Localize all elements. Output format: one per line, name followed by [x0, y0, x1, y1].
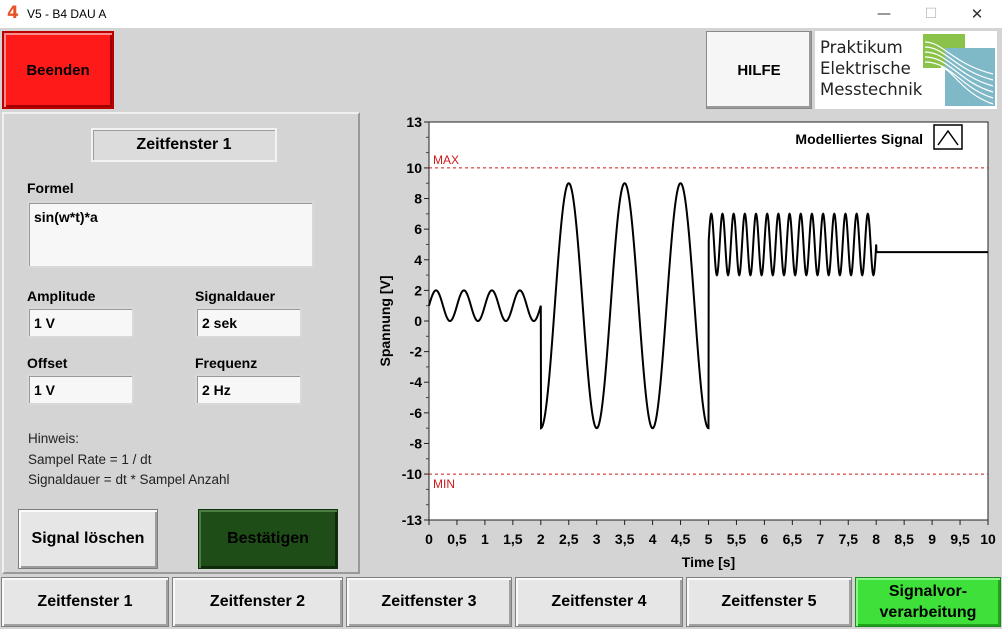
x-tick-label: 6 — [761, 531, 769, 547]
y-tick-label: -8 — [410, 435, 423, 451]
window-title: V5 - B4 DAU A — [27, 7, 107, 21]
x-tick-label: 4,5 — [671, 531, 691, 547]
logo-line-2: Elektrische — [820, 59, 911, 78]
tab-label-line-1: Signalvor- — [888, 583, 968, 600]
tab-label-line-2: verarbeitung — [879, 604, 977, 621]
signal-chart: MAXMIN131086420-2-4-6-8-10-130 0,5 1 1,5 2 2,… — [377, 114, 996, 570]
y-tick-label: 10 — [406, 160, 422, 176]
bestaetigen-button[interactable]: Bestätigen — [198, 509, 338, 569]
x-tick-label: 5,5 — [727, 531, 747, 547]
x-axis-label: Time [s] — [682, 554, 735, 570]
x-tick-label: 6,5 — [783, 531, 803, 547]
formel-input[interactable]: sin(w*t)*a — [27, 201, 314, 268]
y-tick-label: 8 — [414, 191, 422, 207]
close-button[interactable]: ✕ — [955, 4, 999, 24]
signal-loeschen-button[interactable]: Signal löschen — [18, 509, 158, 569]
x-tick-label: 7 — [816, 531, 824, 547]
x-tick-label: 9 — [928, 531, 936, 547]
frequenz-input[interactable]: 2 Hz — [195, 374, 302, 405]
hint-text: Hinweis: Sampel Rate = 1 / dt Signaldaue… — [28, 429, 230, 491]
tab-signalvorverarbeitung[interactable]: Signalvor- verarbeitung — [855, 577, 1001, 627]
legend-swatch — [933, 124, 963, 150]
tab-zeitfenster-4[interactable]: Zeitfenster 4 — [515, 577, 683, 627]
maximize-button[interactable]: ☐ — [909, 4, 953, 24]
y-tick-label: 4 — [414, 252, 422, 268]
x-tick-label: 2 — [537, 531, 545, 547]
beenden-button[interactable]: Beenden — [2, 31, 114, 109]
y-tick-label: 6 — [414, 221, 422, 237]
hint-line: Signaldauer = dt * Sampel Anzahl — [28, 472, 230, 487]
x-tick-label: 4 — [649, 531, 657, 547]
tab-zeitfenster-2[interactable]: Zeitfenster 2 — [172, 577, 343, 627]
x-tick-label: 3 — [593, 531, 601, 547]
x-tick-label: 2,5 — [559, 531, 579, 547]
frequenz-label: Frequenz — [195, 355, 258, 371]
x-tick-label: 3,5 — [615, 531, 635, 547]
y-tick-label: 0 — [414, 313, 422, 329]
x-tick-label: 10 — [980, 531, 996, 547]
amplitude-input[interactable]: 1 V — [27, 307, 134, 338]
limit-label-max: MAX — [433, 153, 459, 167]
offset-input[interactable]: 1 V — [27, 374, 134, 405]
limit-label-min: MIN — [433, 477, 455, 491]
y-tick-label: -6 — [410, 405, 423, 421]
x-tick-label: 8 — [872, 531, 880, 547]
y-tick-label: -13 — [402, 512, 422, 528]
hint-line: Hinweis: — [28, 431, 80, 446]
signal-chart-panel: MAX MIN 13 10 8 6 4 2 0 -2 -4 -6 -8 -10 -13 0 0,5 1 1,5 2 2,… — [362, 112, 1000, 574]
app-icon: 4 — [7, 3, 19, 23]
y-tick-label: 13 — [406, 114, 422, 130]
y-tick-label: -2 — [410, 344, 423, 360]
y-tick-label: 2 — [414, 282, 422, 298]
x-tick-label: 0 — [425, 531, 433, 547]
logo-line-3: Messtechnik — [820, 80, 923, 99]
formel-label: Formel — [27, 180, 74, 196]
hilfe-button[interactable]: HILFE — [706, 31, 812, 109]
y-tick-label: -10 — [402, 466, 422, 482]
signaldauer-label: Signaldauer — [195, 288, 276, 304]
x-tick-label: 9,5 — [950, 531, 970, 547]
wave-logo-icon — [923, 34, 995, 106]
legend-label: Modelliertes Signal — [795, 131, 923, 147]
x-tick-label: 1 — [481, 531, 489, 547]
title-bar: 4 V5 - B4 DAU A — ☐ ✕ — [0, 0, 1002, 28]
signaldauer-input[interactable]: 2 sek — [195, 307, 302, 338]
x-tick-label: 0,5 — [447, 531, 467, 547]
x-tick-label: 8,5 — [894, 531, 914, 547]
minimize-button[interactable]: — — [862, 4, 906, 24]
hint-line: Sampel Rate = 1 / dt — [28, 451, 152, 467]
tab-zeitfenster-3[interactable]: Zeitfenster 3 — [346, 577, 512, 627]
y-axis-label: Spannung [V] — [377, 276, 393, 367]
amplitude-label: Amplitude — [27, 288, 96, 304]
praktikum-logo: Praktikum Elektrische Messtechnik — [815, 31, 997, 109]
y-tick-label: -4 — [410, 374, 423, 390]
tab-zeitfenster-5[interactable]: Zeitfenster 5 — [686, 577, 852, 627]
logo-line-1: Praktikum — [820, 38, 903, 57]
tab-zeitfenster-1[interactable]: Zeitfenster 1 — [1, 577, 169, 627]
zeitfenster-title: Zeitfenster 1 — [91, 128, 277, 162]
x-tick-label: 5 — [705, 531, 713, 547]
x-tick-label: 7,5 — [839, 531, 859, 547]
x-tick-label: 1,5 — [503, 531, 523, 547]
offset-label: Offset — [27, 355, 68, 371]
